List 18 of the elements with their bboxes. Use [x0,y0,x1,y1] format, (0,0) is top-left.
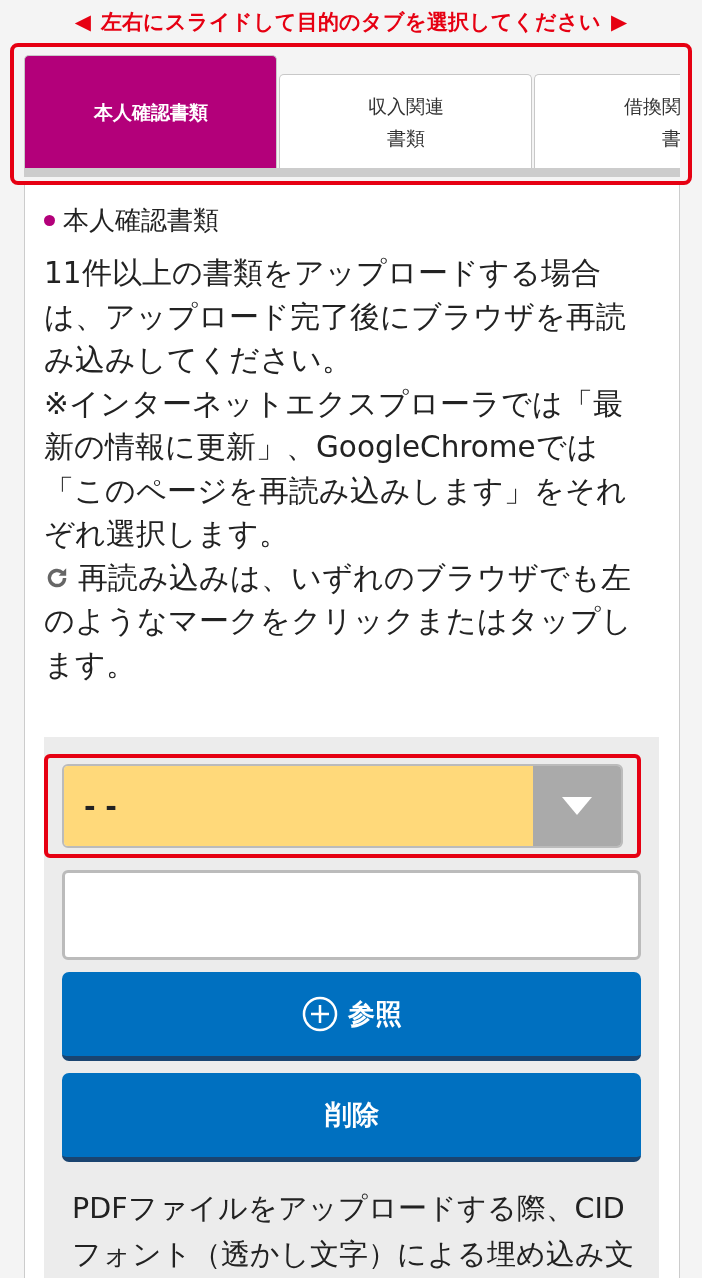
instruction-paragraph: 11件以上の書類をアップロードする場合は、アップロード完了後にブラウザを再読み込みしてください。 [44,255,627,379]
tab[interactable]: 収入関連 書類 [279,74,532,168]
file-name-field[interactable] [62,870,641,960]
instruction-text: 左右にスライドして目的のタブを選択してください [101,8,601,36]
browse-button[interactable]: 参照 [62,972,641,1061]
section-title: 本人確認書類 [63,204,219,237]
tab[interactable]: 借換関 書 [534,74,680,168]
dropdown-arrow-icon [562,797,592,815]
right-arrow-icon: ▶ [611,9,628,34]
pdf-note: PDFファイルをアップロードする際、CIDフォント（透かし文字）による埋め込み文 [72,1191,635,1273]
instruction-paragraph: 再読み込みは、いずれのブラウザでも左のようなマークをクリックまたはタップします。 [44,559,633,684]
tab[interactable]: 本人確認書類 [24,55,277,168]
plus-circle-icon [301,996,338,1032]
left-arrow-icon: ◀ [74,9,91,34]
instruction-paragraph: ※インターネットエクスプローラでは「最新の情報に更新」、GoogleChromeでは「このページを再読み込みします」をそれぞれ選択します。 [44,385,628,553]
delete-button[interactable]: 削除 [62,1073,641,1162]
document-select[interactable]: - - [62,764,623,848]
bullet-icon [44,215,55,226]
